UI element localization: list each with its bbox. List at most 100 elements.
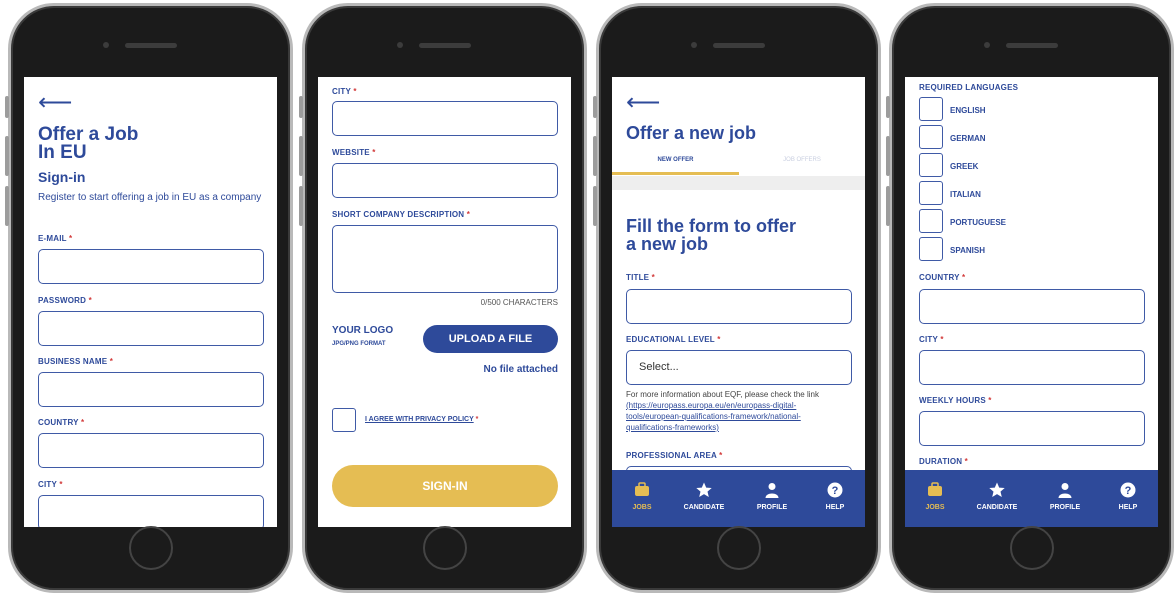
website-field[interactable]	[332, 163, 558, 198]
weekly-hours-field[interactable]	[919, 411, 1145, 446]
tab-job-offers[interactable]: JOB OFFERS	[739, 157, 865, 163]
page-title-line2: In EU	[38, 142, 87, 163]
home-button[interactable]	[1009, 526, 1054, 570]
italian-label: ITALIAN	[950, 190, 981, 199]
tab-profile[interactable]: PROFILE	[1035, 470, 1095, 527]
duration-label: DURATION *	[919, 457, 968, 466]
email-label: E-MAIL *	[38, 234, 73, 243]
tab-candidate-label: CANDIDATE	[683, 504, 725, 511]
portuguese-label: PORTUGUESE	[950, 218, 1007, 227]
professional-area-label: PROFESSIONAL AREA *	[626, 451, 723, 460]
educational-level-select[interactable]: Select...	[626, 350, 852, 385]
phone-frame-4: REQUIRED LANGUAGES ENGLISH GERMAN GREEK …	[886, 3, 1174, 593]
home-button[interactable]	[128, 526, 173, 570]
upload-file-button[interactable]: UPLOAD A FILE	[423, 325, 558, 353]
eqf-link-cont-2[interactable]: qualifications-frameworks)	[626, 422, 719, 433]
company-description-textarea[interactable]	[332, 225, 558, 293]
password-label: PASSWORD *	[38, 296, 92, 305]
eqf-link[interactable]: (https://europass.europa.eu/en/europass-…	[626, 400, 796, 411]
german-label: GERMAN	[950, 134, 986, 143]
weekly-hours-label: WEEKLY HOURS *	[919, 396, 992, 405]
password-field[interactable]	[38, 311, 264, 346]
description-label: SHORT COMPANY DESCRIPTION *	[332, 210, 471, 219]
description-text: Register to start offering a job in EU a…	[38, 192, 262, 203]
tab-candidate[interactable]: CANDIDATE	[674, 470, 734, 527]
country-field[interactable]	[38, 433, 264, 468]
city-field[interactable]	[38, 495, 264, 527]
tab-help[interactable]: ? HELP	[805, 470, 865, 527]
page-title: Offer a new job	[626, 123, 757, 143]
greek-checkbox[interactable]	[919, 153, 943, 177]
svg-text:?: ?	[1125, 485, 1132, 497]
eqf-link-cont-1[interactable]: tools/european-qualifications-framework/…	[626, 411, 801, 422]
tab-profile-label: PROFILE	[756, 504, 788, 511]
educational-level-label: EDUCATIONAL LEVEL *	[626, 335, 721, 344]
person-icon	[765, 483, 779, 498]
phone-frame-1: ⟵ Offer a Job In EU Sign-in Register to …	[5, 3, 293, 593]
required-languages-label: REQUIRED LANGUAGES	[919, 83, 1019, 92]
email-field[interactable]	[38, 249, 264, 284]
form-title-line2: a new job	[626, 234, 709, 254]
city-label: CITY *	[332, 87, 357, 96]
spanish-checkbox[interactable]	[919, 237, 943, 261]
new-job-screen: ⟵ Offer a new job NEW OFFER JOB OFFERS F…	[612, 77, 865, 527]
svg-text:?: ?	[832, 485, 839, 497]
city-field[interactable]	[919, 350, 1145, 385]
briefcase-icon	[928, 482, 942, 496]
company-details-screen: CITY * WEBSITE * SHORT COMPANY DESCRIPTI…	[318, 77, 571, 527]
help-icon: ?	[1120, 482, 1136, 498]
home-button[interactable]	[422, 526, 467, 570]
help-icon: ?	[827, 482, 843, 498]
privacy-checkbox[interactable]	[332, 408, 356, 432]
italian-checkbox[interactable]	[919, 181, 943, 205]
tab-jobs[interactable]: JOBS	[905, 470, 965, 527]
phone-frame-2: CITY * WEBSITE * SHORT COMPANY DESCRIPTI…	[299, 3, 587, 593]
tab-help-label: HELP	[1118, 504, 1138, 511]
divider	[612, 176, 865, 190]
country-field[interactable]	[919, 289, 1145, 324]
city-field[interactable]	[332, 101, 558, 136]
tab-jobs-label: JOBS	[925, 504, 945, 511]
website-label: WEBSITE *	[332, 148, 376, 157]
job-details-screen: REQUIRED LANGUAGES ENGLISH GERMAN GREEK …	[905, 77, 1158, 527]
sign-in-button[interactable]: SIGN-IN	[332, 465, 558, 507]
briefcase-icon	[635, 482, 649, 496]
eqf-info-text: For more information about EQF, please c…	[626, 390, 819, 399]
tab-jobs-label: JOBS	[632, 504, 652, 511]
country-label: COUNTRY *	[919, 273, 966, 282]
logo-format-hint: JPG/PNG FORMAT	[332, 341, 386, 347]
character-counter: 0/500 CHARACTERS	[480, 298, 558, 307]
german-checkbox[interactable]	[919, 125, 943, 149]
star-icon	[989, 482, 1005, 497]
country-label: COUNTRY *	[38, 418, 85, 427]
logo-label: YOUR LOGO	[332, 325, 394, 336]
bottom-tab-bar: JOBS CANDIDATE PROFILE ? HELP	[905, 470, 1158, 527]
home-button[interactable]	[716, 526, 761, 570]
portuguese-checkbox[interactable]	[919, 209, 943, 233]
business-name-field[interactable]	[38, 372, 264, 407]
back-arrow-icon[interactable]: ⟵	[38, 91, 72, 115]
title-label: TITLE *	[626, 273, 655, 282]
english-checkbox[interactable]	[919, 97, 943, 121]
tab-candidate[interactable]: CANDIDATE	[967, 470, 1027, 527]
tab-profile[interactable]: PROFILE	[742, 470, 802, 527]
business-name-label: BUSINESS NAME *	[38, 357, 114, 366]
bottom-tab-bar: JOBS CANDIDATE PROFILE ? HELP	[612, 470, 865, 527]
section-subtitle: Sign-in	[38, 169, 86, 185]
person-icon	[1058, 483, 1072, 498]
tab-help[interactable]: ? HELP	[1098, 470, 1158, 527]
city-label: CITY *	[38, 480, 63, 489]
active-tab-indicator	[612, 172, 739, 175]
phone-frame-3: ⟵ Offer a new job NEW OFFER JOB OFFERS F…	[593, 3, 881, 593]
job-title-field[interactable]	[626, 289, 852, 324]
english-label: ENGLISH	[950, 106, 986, 115]
star-icon	[696, 482, 712, 497]
tab-jobs[interactable]: JOBS	[612, 470, 672, 527]
tab-new-offer[interactable]: NEW OFFER	[612, 157, 739, 163]
back-arrow-icon[interactable]: ⟵	[626, 91, 660, 115]
city-label: CITY *	[919, 335, 944, 344]
privacy-policy-link[interactable]: I AGREE WITH PRIVACY POLICY *	[365, 416, 478, 423]
tab-help-label: HELP	[825, 504, 845, 511]
no-file-status: No file attached	[483, 364, 558, 375]
greek-label: GREEK	[950, 162, 979, 171]
